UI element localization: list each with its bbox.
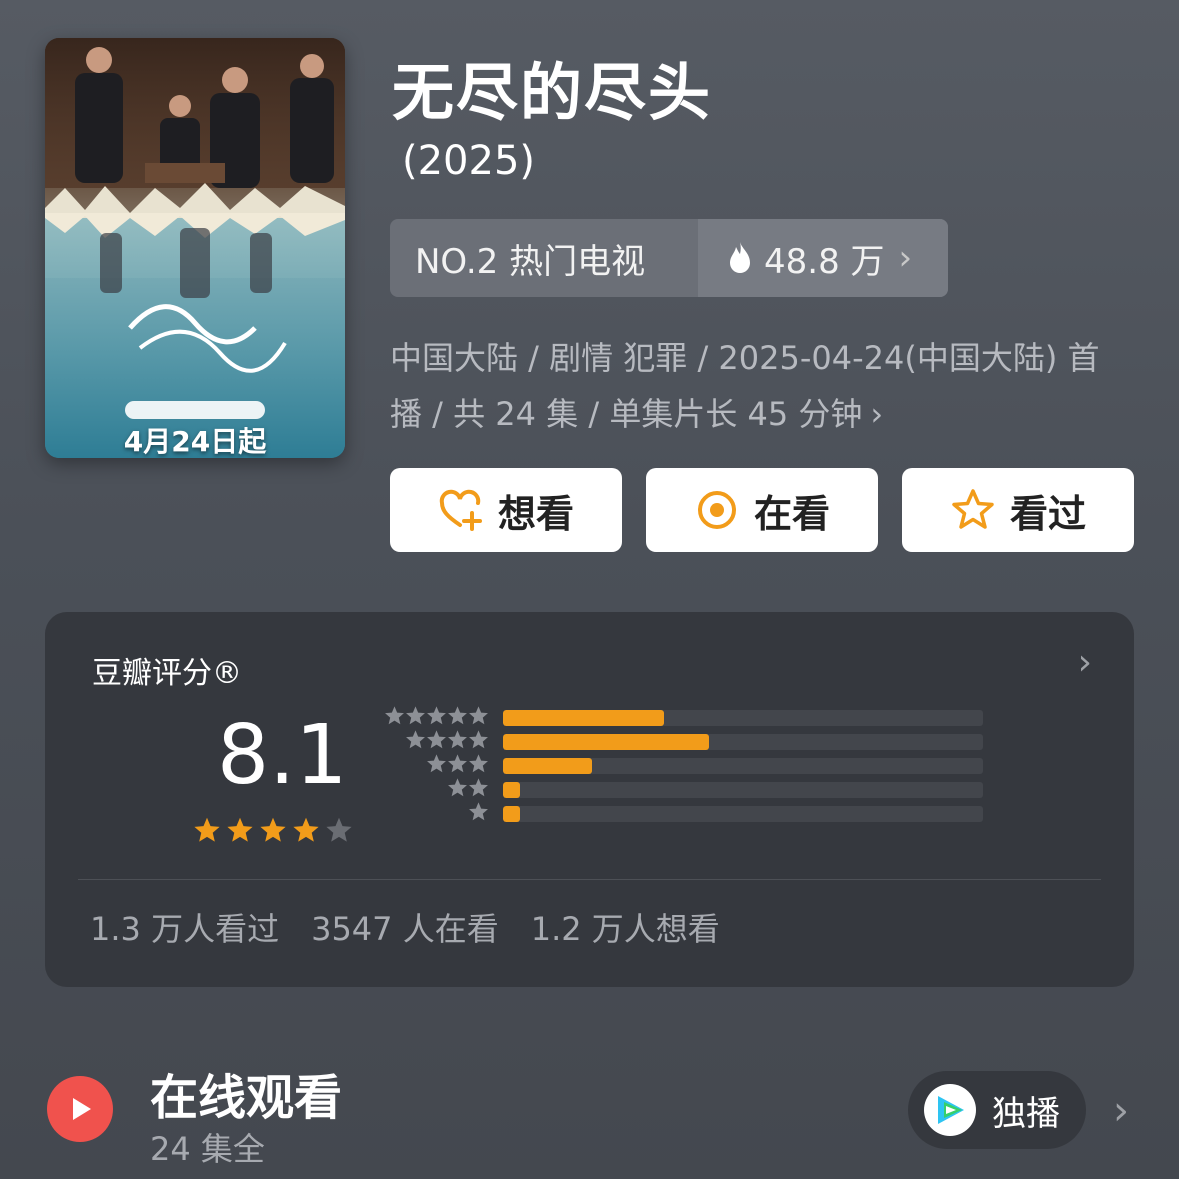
distribution-track bbox=[503, 806, 983, 822]
rating-stars bbox=[193, 816, 353, 844]
page-title: 无尽的尽头 bbox=[392, 56, 713, 129]
rating-score: 8.1 bbox=[217, 708, 348, 803]
distribution-fill bbox=[503, 710, 664, 726]
star-filled-icon bbox=[293, 817, 319, 842]
distribution-stars bbox=[383, 729, 489, 750]
want-to-watch-button[interactable]: 想看 bbox=[390, 468, 622, 552]
rating-title: 豆瓣评分® bbox=[92, 656, 242, 691]
online-watch-subtitle: 24 集全 bbox=[150, 1130, 265, 1168]
star-icon bbox=[406, 730, 425, 749]
platform-button[interactable]: 独播 bbox=[908, 1071, 1086, 1149]
poster-image[interactable]: 4月24日起 bbox=[45, 38, 345, 458]
chevron-right-icon: › bbox=[898, 238, 913, 278]
watched-count: 1.3 万人看过 bbox=[90, 910, 280, 948]
watching-label: 在看 bbox=[753, 491, 830, 536]
rank-label: NO.2 热门电视 bbox=[415, 241, 646, 282]
want-count: 1.2 万人想看 bbox=[530, 910, 720, 948]
play-triangle-icon bbox=[73, 1098, 91, 1120]
heat-value: 48.8 万 bbox=[764, 241, 885, 282]
play-icon[interactable] bbox=[47, 1076, 113, 1142]
release-year: (2025) bbox=[402, 138, 536, 184]
rank-pill[interactable]: NO.2 热门电视 48.8 万 › bbox=[390, 219, 948, 297]
star-empty-icon bbox=[326, 817, 352, 842]
heat-indicator[interactable]: 48.8 万 › bbox=[698, 219, 948, 297]
poster-artwork bbox=[45, 38, 345, 458]
star-filled-icon bbox=[260, 817, 286, 842]
watching-count: 3547 人在看 bbox=[311, 910, 499, 948]
star-icon bbox=[427, 730, 446, 749]
watching-button[interactable]: 在看 bbox=[646, 468, 878, 552]
star-icon bbox=[469, 730, 488, 749]
online-watch-title[interactable]: 在线观看 bbox=[150, 1058, 342, 1128]
platform-label: 独播 bbox=[992, 1093, 1060, 1134]
star-icon bbox=[448, 754, 467, 773]
distribution-track bbox=[503, 782, 983, 798]
distribution-track bbox=[503, 758, 983, 774]
star-filled-icon bbox=[227, 817, 253, 842]
star-icon bbox=[469, 778, 488, 797]
chevron-right-icon[interactable]: › bbox=[1113, 1088, 1129, 1134]
video-logo-icon bbox=[938, 1096, 964, 1124]
distribution-fill bbox=[503, 806, 520, 822]
star-icon bbox=[427, 754, 446, 773]
star-icon bbox=[469, 754, 488, 773]
poster-date-text: 4月24日起 bbox=[123, 425, 267, 458]
star-icon bbox=[448, 706, 467, 725]
distribution-stars bbox=[383, 753, 489, 774]
distribution-stars bbox=[383, 705, 489, 726]
star-icon bbox=[406, 706, 425, 725]
star-outline-icon bbox=[952, 489, 994, 529]
star-icon bbox=[448, 730, 467, 749]
want-to-watch-label: 想看 bbox=[497, 491, 574, 536]
star-icon bbox=[427, 706, 446, 725]
distribution-row-4-star bbox=[383, 730, 993, 750]
distribution-fill bbox=[503, 758, 592, 774]
watched-button[interactable]: 看过 bbox=[902, 468, 1134, 552]
star-icon bbox=[385, 706, 404, 725]
star-icon bbox=[469, 706, 488, 725]
distribution-fill bbox=[503, 782, 520, 798]
radio-dot-icon bbox=[697, 491, 736, 529]
rating-stats: 1.3 万人看过 3547 人在看 1.2 万人想看 bbox=[90, 904, 720, 950]
distribution-row-3-star bbox=[383, 754, 993, 774]
distribution-row-2-star bbox=[383, 778, 993, 798]
flame-icon bbox=[730, 242, 750, 273]
star-filled-icon bbox=[194, 817, 220, 842]
show-meta[interactable]: 中国大陆 / 剧情 犯罪 / 2025-04-24(中国大陆) 首 播 / 共 … bbox=[390, 330, 1140, 442]
meta-line-2: 播 / 共 24 集 / 单集片长 45 分钟 › bbox=[390, 386, 1140, 442]
distribution-fill bbox=[503, 734, 710, 750]
rating-distribution bbox=[383, 706, 993, 840]
chevron-right-icon: › bbox=[870, 395, 884, 433]
rating-card[interactable]: 豆瓣评分® › 8.1 1.3 万人看过 3547 人在看 1.2 万人想看 bbox=[45, 612, 1134, 987]
tencent-video-logo-icon bbox=[924, 1084, 976, 1136]
watched-label: 看过 bbox=[1009, 491, 1086, 536]
chevron-right-icon[interactable]: › bbox=[1078, 642, 1092, 683]
star-icon bbox=[448, 778, 467, 797]
meta-line-1: 中国大陆 / 剧情 犯罪 / 2025-04-24(中国大陆) 首 bbox=[390, 339, 1100, 377]
distribution-stars bbox=[383, 801, 489, 822]
distribution-track bbox=[503, 734, 983, 750]
distribution-track bbox=[503, 710, 983, 726]
distribution-row-5-star bbox=[383, 706, 993, 726]
meta-line-2-text: 播 / 共 24 集 / 单集片长 45 分钟 bbox=[390, 395, 863, 433]
heart-plus-icon bbox=[439, 489, 482, 531]
distribution-row-1-star bbox=[383, 802, 993, 822]
distribution-stars bbox=[383, 777, 489, 798]
star-icon bbox=[469, 802, 488, 821]
divider bbox=[78, 879, 1101, 880]
